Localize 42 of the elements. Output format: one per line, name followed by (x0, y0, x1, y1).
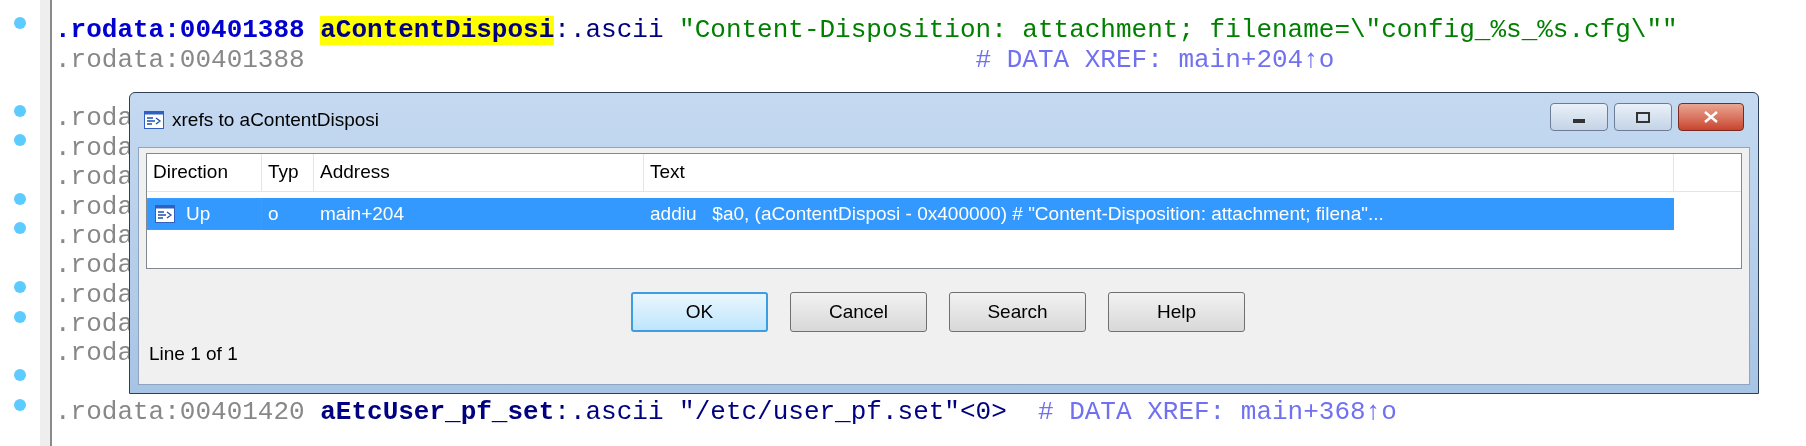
comment-text: # DATA XREF: main+368↑o (1037, 398, 1397, 428)
address-text: .roda (55, 339, 133, 369)
address-text: .roda (55, 251, 133, 281)
address-text: .rodata:00401420 (55, 398, 305, 428)
address-text: .roda (55, 280, 133, 310)
label-text[interactable]: aEtcUser_pf_set (320, 398, 555, 428)
column-header[interactable]: Text (644, 154, 1674, 191)
dialog-button[interactable]: OK (631, 292, 768, 332)
column-header[interactable]: Direction (147, 154, 262, 191)
minimize-icon (1573, 119, 1585, 123)
address-text: .roda (55, 192, 133, 222)
type-cell-text: o (267, 201, 280, 226)
address-cell-text: main+204 (319, 201, 405, 226)
directive-text: :.ascii (554, 16, 664, 46)
window-title: xrefs to aContentDisposi (172, 107, 379, 132)
close-icon (1704, 111, 1718, 123)
close-button[interactable] (1678, 103, 1744, 131)
directive-text: :.ascii (554, 398, 664, 428)
operand-text: "Content-Disposition: attachment; filename=\"config_%s_%s.cfg\"" (679, 16, 1678, 46)
address-text: .roda (55, 104, 133, 134)
text-cell-text: addiu $a0, (aContentDisposi - 0x400000) # "Content-Disposition: attachment; filena"... (649, 201, 1385, 226)
address-text: .rodata:00401388 (55, 45, 305, 75)
column-header[interactable]: Address (314, 154, 644, 191)
dialog-button[interactable]: Help (1108, 292, 1245, 332)
column-header[interactable]: Typ (262, 154, 314, 191)
dialog-button[interactable]: Cancel (790, 292, 927, 332)
maximize-button[interactable] (1614, 103, 1672, 131)
direction-cell-text: Up (186, 201, 211, 226)
status-text: Line 1 of 1 (149, 342, 239, 366)
xref-list-icon (154, 205, 176, 223)
comment-text: # DATA XREF: main+204↑o (975, 45, 1335, 75)
operand-text: "/etc/user_pf.set"<0> (679, 398, 1007, 428)
address-text: .roda (55, 221, 133, 251)
address-text: .roda (55, 310, 133, 340)
address-text: .roda (55, 133, 133, 163)
address-text: .rodata:00401388 (55, 16, 305, 46)
xref-list-icon (144, 111, 164, 129)
maximize-icon (1636, 111, 1650, 123)
label-text[interactable]: aContentDisposi (320, 16, 555, 46)
minimize-button[interactable] (1550, 103, 1608, 131)
address-text: .roda (55, 163, 133, 193)
dialog-button[interactable]: Search (949, 292, 1086, 332)
